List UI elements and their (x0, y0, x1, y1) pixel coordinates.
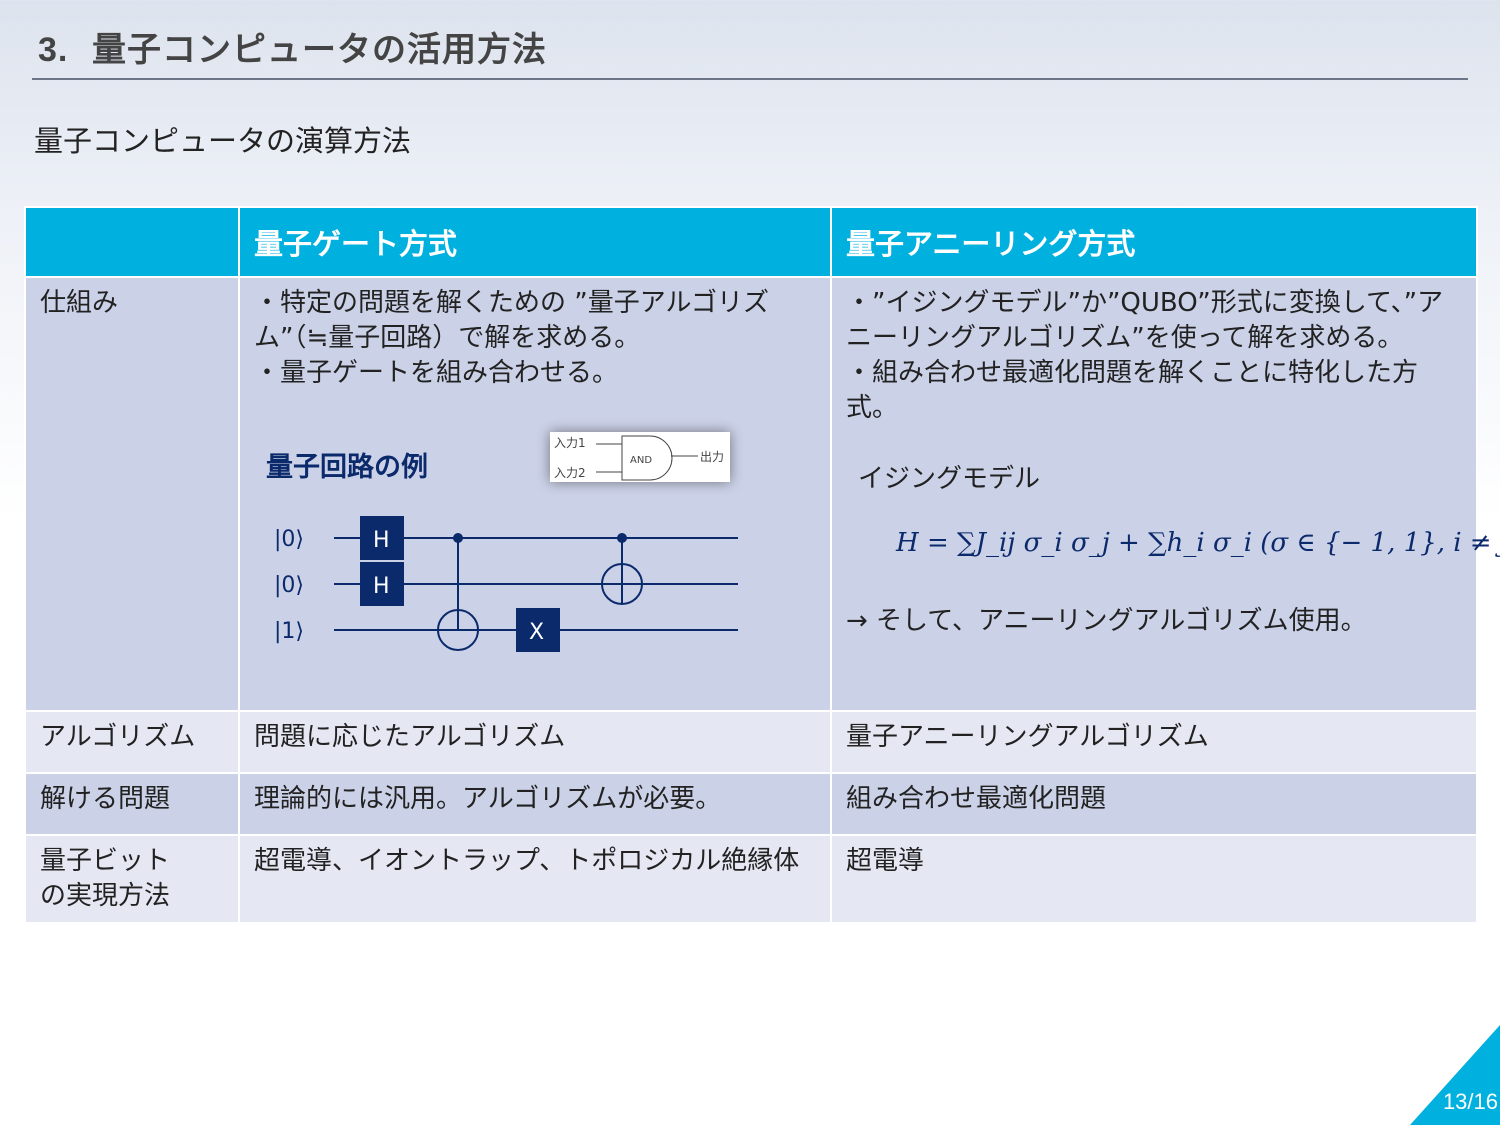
comparison-table: 量子ゲート方式 量子アニーリング方式 仕組み ・特定の問題を解くための ”量子ア… (24, 206, 1500, 924)
slide-title: 3. 量子コンピュータの活用方法 (38, 22, 547, 71)
and-output-label: 出力 (700, 450, 724, 464)
circuit-example-title: 量子回路の例 (266, 452, 428, 483)
and-input1-label: 入力1 (554, 436, 586, 450)
cell-annealing-qubit-impl: 超電導 (830, 834, 1478, 924)
and-gate-label: AND (630, 455, 652, 466)
gate-text-line: ・特定の問題を解くための ”量子アルゴリズ (254, 288, 769, 318)
and-input2-label: 入力2 (554, 466, 586, 480)
qubit-label: |0⟩ (274, 527, 304, 552)
ising-model-label: イジングモデル (858, 464, 1041, 494)
section-number: 3. (38, 31, 69, 69)
header-empty (24, 206, 240, 278)
quantum-circuit: |0⟩ |0⟩ |1⟩ H H X (254, 506, 814, 666)
table-row-qubit-implementation: 量子ビット の実現方法 超電導、イオントラップ、トポロジカル絶縁体 超電導 (24, 834, 1478, 924)
page-number: 13/16 (1442, 1089, 1498, 1114)
and-gate-diagram: 入力1 入力2 AND 出力 (550, 432, 730, 482)
cell-gate-qubit-impl: 超電導、イオントラップ、トポロジカル絶縁体 (238, 834, 832, 924)
subtitle: 量子コンピュータの演算方法 (34, 124, 412, 158)
annealing-result-text: → そして、アニーリングアルゴリズム使用。 (846, 606, 1367, 636)
row-label: 仕組み (24, 276, 240, 712)
gate-text-line: ・量子ゲートを組み合わせる。 (254, 358, 619, 388)
qubit-label: |0⟩ (274, 573, 304, 598)
table-row-algorithm: アルゴリズム 問題に応じたアルゴリズム 量子アニーリングアルゴリズム (24, 710, 1478, 774)
cell-gate-mechanism: ・特定の問題を解くための ”量子アルゴリズ ム”（≒量子回路）で解を求める。 ・… (238, 276, 832, 712)
cell-annealing-problems: 組み合わせ最適化問題 (830, 772, 1478, 836)
title-divider (32, 78, 1468, 80)
cell-annealing-mechanism: ・”イジングモデル”か”QUBO”形式に変換して、”ア ニーリングアルゴリズム”… (830, 276, 1500, 712)
table-row-mechanism: 仕組み ・特定の問題を解くための ”量子アルゴリズ ム”（≒量子回路）で解を求め… (24, 276, 1500, 712)
cnot-control-dot (617, 533, 627, 543)
annealing-text-line: ニーリングアルゴリズム”を使って解を求める。 (846, 323, 1404, 353)
hadamard-gate-label: H (373, 574, 390, 599)
cnot-control-dot (453, 533, 463, 543)
row-label: アルゴリズム (24, 710, 240, 774)
row-label: 量子ビット の実現方法 (24, 834, 240, 924)
cell-gate-problems: 理論的には汎用。アルゴリズムが必要。 (238, 772, 832, 836)
cell-annealing-algorithm: 量子アニーリングアルゴリズム (830, 710, 1478, 774)
cell-gate-algorithm: 問題に応じたアルゴリズム (238, 710, 832, 774)
header-annealing-method: 量子アニーリング方式 (830, 206, 1478, 278)
gate-text-line: ム”（≒量子回路）で解を求める。 (254, 323, 641, 353)
header-row: 量子ゲート方式 量子アニーリング方式 (24, 206, 1478, 278)
x-gate-label: X (529, 620, 544, 645)
annealing-text-line: ・組み合わせ最適化問題を解くことに特化した方 (846, 358, 1419, 388)
annealing-text-line: ・”イジングモデル”か”QUBO”形式に変換して、”ア (846, 288, 1444, 318)
header-gate-method: 量子ゲート方式 (238, 206, 832, 278)
qubit-label: |1⟩ (274, 619, 304, 644)
row-label-line: 量子ビット (40, 846, 171, 876)
ising-hamiltonian-formula: H = ∑J_ij σ_i σ_j + ∑h_i σ_i (σ ∈ {− 1, … (896, 528, 1500, 558)
hadamard-gate-label: H (373, 528, 390, 553)
row-label: 解ける問題 (24, 772, 240, 836)
row-label-line: の実現方法 (40, 881, 171, 911)
table-row-problems: 解ける問題 理論的には汎用。アルゴリズムが必要。 組み合わせ最適化問題 (24, 772, 1478, 836)
title-text: 量子コンピュータの活用方法 (92, 31, 547, 69)
annealing-text-line: 式。 (846, 393, 899, 423)
